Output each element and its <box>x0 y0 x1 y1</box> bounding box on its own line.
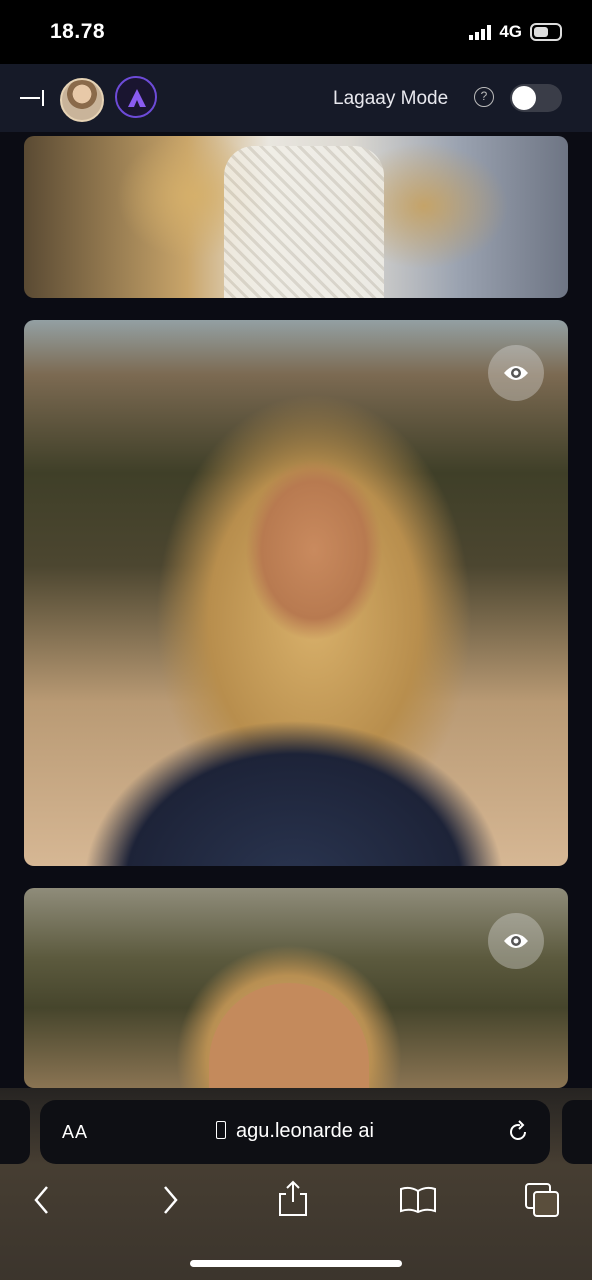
image-card-1[interactable] <box>24 136 568 298</box>
status-bar: 18.78 4G <box>0 0 592 64</box>
share-icon[interactable] <box>277 1180 309 1218</box>
view-button[interactable] <box>488 345 544 401</box>
view-button[interactable] <box>488 913 544 969</box>
mode-toggle[interactable] <box>510 84 562 112</box>
help-icon[interactable]: ? <box>474 87 494 107</box>
url-text: agu.leonarde ai <box>236 1120 374 1142</box>
reload-icon[interactable] <box>506 1120 530 1144</box>
toggle-knob <box>512 86 536 110</box>
home-indicator[interactable] <box>190 1260 402 1267</box>
image-card-2[interactable] <box>24 320 568 866</box>
network-type: 4G <box>499 22 522 41</box>
image-card-3[interactable] <box>24 888 568 1088</box>
tabs-icon[interactable] <box>524 1182 560 1218</box>
back-icon[interactable] <box>30 1183 54 1217</box>
signal-icon <box>469 24 492 40</box>
status-indicators: 4G <box>469 22 562 42</box>
url-display[interactable]: agu.leonarde ai <box>40 1120 550 1143</box>
collapse-sidebar-icon[interactable] <box>20 86 46 110</box>
address-bar[interactable]: AA agu.leonarde ai <box>40 1100 550 1164</box>
photo-content <box>224 146 384 298</box>
mode-label: Lagaay Mode <box>333 88 449 109</box>
photo-content <box>209 983 369 1088</box>
forward-icon[interactable] <box>158 1183 182 1217</box>
previous-tab-preview[interactable] <box>0 1100 30 1164</box>
bookmarks-icon[interactable] <box>399 1186 437 1214</box>
lock-icon <box>216 1121 227 1139</box>
eye-icon <box>504 934 528 948</box>
eye-icon <box>504 366 528 380</box>
avatar[interactable] <box>60 78 104 122</box>
status-time: 18.78 <box>50 20 106 43</box>
leonardo-logo[interactable] <box>115 76 157 118</box>
next-tab-preview[interactable] <box>562 1100 592 1164</box>
battery-icon <box>530 23 562 41</box>
photo-content <box>24 636 568 866</box>
